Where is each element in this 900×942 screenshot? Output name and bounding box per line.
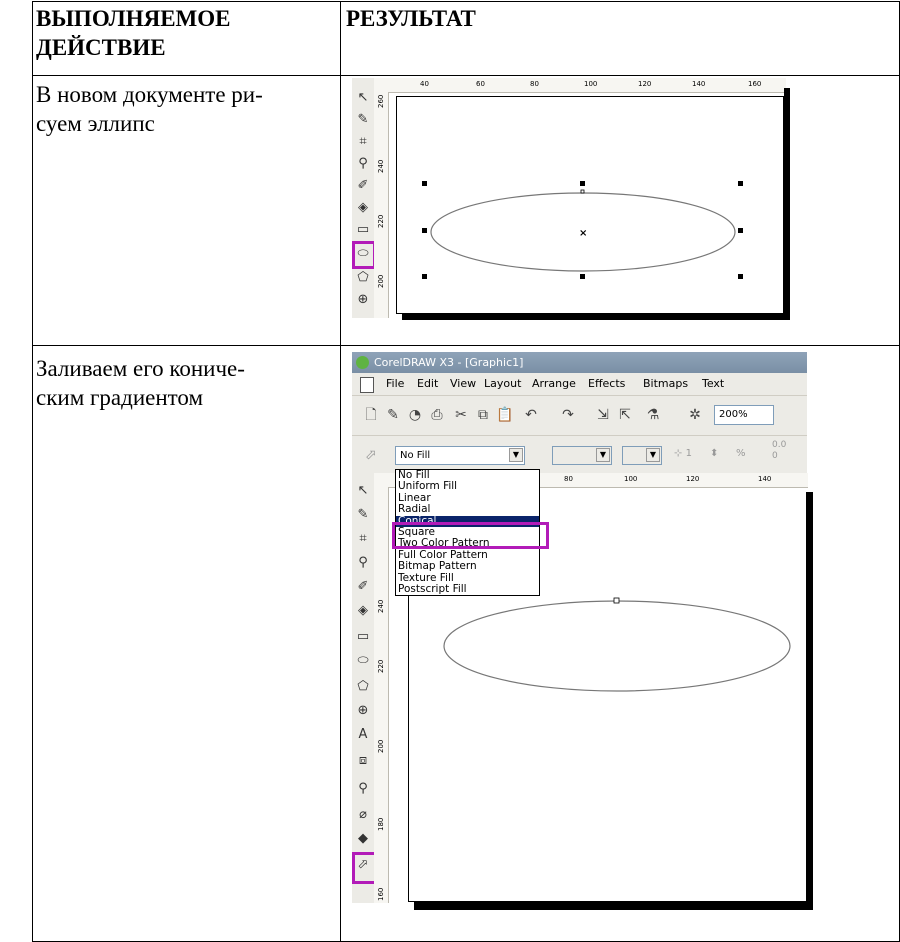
selection-handle — [738, 228, 743, 233]
row2-action-text: Заливаем его кониче- ским градиентом — [36, 354, 245, 412]
screenshot-ellipse: ↖ ✎ ⌗ ⚲ ✐ ◈ ▭ ⬭ ⬠ ⊕ 260 240 220 200 40 6… — [352, 78, 792, 320]
row2-line2: ским градиентом — [36, 385, 204, 410]
selection-handle — [580, 274, 585, 279]
fill-option-postscript[interactable]: Postscript Fill — [396, 583, 539, 595]
screenshot-conical-fill: CorelDRAW X3 - [Graphic1] File Edit View… — [352, 352, 814, 912]
row1-bottom-border — [32, 345, 900, 346]
ellipse-shape — [443, 600, 791, 692]
header-action-line1: ВЫПОЛНЯЕМОЕ — [36, 6, 231, 31]
selection-handle — [422, 181, 427, 186]
ellipse-node — [580, 189, 585, 194]
table-top-border — [32, 1, 900, 2]
row1-line2: суем эллипс — [36, 111, 155, 136]
table-left-border — [32, 1, 33, 942]
column-divider — [340, 1, 341, 942]
ellipse-node — [613, 597, 620, 604]
selection-handle — [422, 274, 427, 279]
fill-option-radial[interactable]: Radial — [396, 503, 539, 515]
ellipse-drawing[interactable]: × — [352, 78, 792, 318]
selection-handle — [738, 274, 743, 279]
header-action: ВЫПОЛНЯЕМОЕ ДЕЙСТВИЕ — [36, 4, 230, 62]
header-row-border — [32, 75, 900, 76]
fill-option-bitmap-pattern[interactable]: Bitmap Pattern — [396, 560, 539, 572]
header-result: РЕЗУЛЬТАТ — [346, 6, 476, 31]
selection-handle — [422, 228, 427, 233]
header-action-line2: ДЕЙСТВИЕ — [36, 35, 166, 60]
conical-option-highlight — [392, 522, 549, 549]
selection-handle — [738, 181, 743, 186]
center-marker: × — [579, 228, 587, 239]
row1-line1: В новом документе ри- — [36, 82, 263, 107]
row2-line1: Заливаем его кониче- — [36, 356, 245, 381]
selection-handle — [580, 181, 585, 186]
ellipse-drawing[interactable] — [352, 352, 814, 912]
row1-action-text: В новом документе ри- суем эллипс — [36, 80, 263, 138]
